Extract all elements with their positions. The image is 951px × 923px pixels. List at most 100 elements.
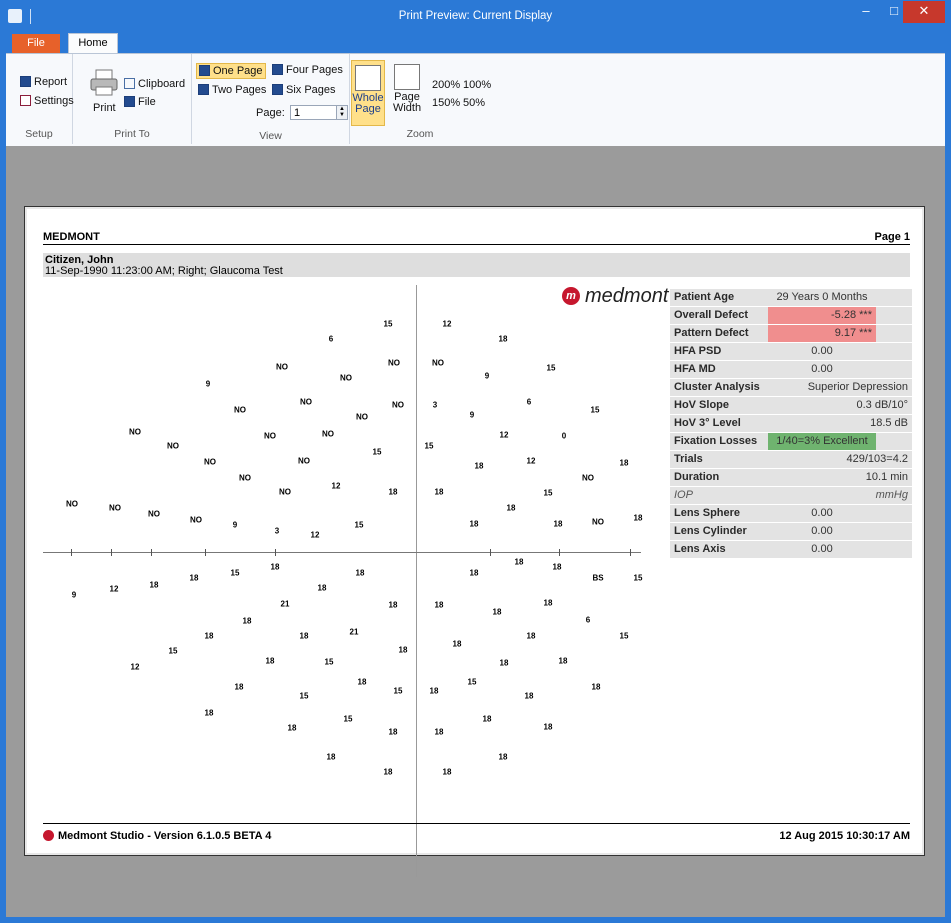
field-point: 18: [383, 767, 393, 777]
field-point: 9: [469, 410, 475, 420]
field-point: 18: [474, 461, 484, 471]
field-point: 18: [506, 503, 516, 513]
field-point: NO: [129, 427, 141, 437]
field-point: 18: [526, 631, 536, 641]
stat-label: Fixation Losses: [674, 435, 758, 447]
settings-button[interactable]: Settings: [20, 95, 74, 107]
field-point: NO: [276, 362, 288, 372]
field-point: 18: [543, 598, 553, 608]
setup-group-label: Setup: [25, 128, 53, 140]
field-point: 15: [354, 520, 364, 530]
field-point: 18: [299, 631, 309, 641]
two-pages-label: Two Pages: [212, 84, 267, 96]
page-number-value: 1: [294, 107, 301, 119]
clipboard-icon: [124, 78, 135, 89]
field-point: NO: [167, 441, 179, 451]
field-point: 18: [498, 334, 508, 344]
field-point: 6: [328, 334, 334, 344]
vertical-axis: [416, 285, 417, 877]
field-point: 15: [393, 686, 403, 696]
minimize-button[interactable]: –: [852, 1, 880, 23]
report-button[interactable]: Report: [20, 76, 67, 88]
file-button[interactable]: File: [124, 96, 156, 108]
one-page-label: One Page: [213, 65, 263, 77]
field-point: 18: [482, 714, 492, 724]
field-point: NO: [190, 515, 202, 525]
one-page-button[interactable]: One Page: [196, 63, 266, 79]
zoom-150-button[interactable]: 150%: [432, 97, 460, 109]
stat-row: Patient Age 29 Years 0 Months: [670, 289, 912, 306]
field-point: 18: [265, 656, 275, 666]
stat-value: 9.17 ***: [834, 327, 872, 339]
stat-label: HoV Slope: [674, 399, 730, 411]
field-point: 15: [230, 568, 240, 578]
field-point: 21: [280, 599, 290, 609]
page-width-button[interactable]: Page Width: [390, 60, 424, 124]
stat-value: 0.00: [811, 543, 833, 555]
page-width-icon: [394, 64, 420, 90]
horizontal-axis: [43, 552, 641, 553]
field-point: NO: [234, 405, 246, 415]
whole-page-label-2: Page: [355, 103, 381, 115]
printer-icon: [89, 68, 119, 98]
field-point: 18: [429, 686, 439, 696]
field-point: NO: [298, 456, 310, 466]
one-page-icon: [199, 65, 210, 76]
field-point: 18: [355, 568, 365, 578]
title-bar: Print Preview: Current Display – □ ✕: [0, 0, 951, 34]
field-point: 18: [326, 752, 336, 762]
field-point: 12: [310, 530, 320, 540]
field-point: 15: [343, 714, 353, 724]
stat-value: 429/103=4.2: [846, 453, 908, 465]
page-spinner-arrows[interactable]: ▲ ▼: [336, 106, 347, 119]
clipboard-button[interactable]: Clipboard: [124, 78, 185, 90]
zoom-50-button[interactable]: 50%: [463, 97, 485, 109]
page-number-input[interactable]: 1 ▲ ▼: [290, 105, 348, 120]
zoom-100-button[interactable]: 100%: [463, 79, 491, 91]
four-pages-label: Four Pages: [286, 64, 343, 76]
field-point: 3: [274, 526, 280, 536]
stat-row: Pattern Defect 9.17 ***: [670, 325, 912, 342]
field-point: 18: [553, 519, 563, 529]
field-point: 18: [558, 656, 568, 666]
four-pages-button[interactable]: Four Pages: [272, 64, 343, 76]
stat-value: 0.00: [811, 525, 833, 537]
print-preview-window: Print Preview: Current Display – □ ✕ Fil…: [0, 0, 951, 923]
footer-timestamp: 12 Aug 2015 10:30:17 AM: [779, 830, 910, 842]
stat-value: 0.00: [811, 507, 833, 519]
stat-label: Overall Defect: [674, 309, 748, 321]
stat-row: Cluster Analysis Superior Depression: [670, 379, 912, 396]
print-to-group: Print Clipboard File Print To: [73, 54, 192, 144]
field-point: NO: [392, 400, 404, 410]
report-page-number: Page 1: [874, 231, 910, 243]
zoom-200-button[interactable]: 200%: [432, 79, 460, 91]
field-point: 18: [591, 682, 601, 692]
settings-icon: [20, 95, 31, 106]
axis-tick: [490, 549, 491, 556]
field-point: 18: [469, 519, 479, 529]
close-button[interactable]: ✕: [903, 1, 945, 23]
stat-label: HFA PSD: [674, 345, 722, 357]
stat-value: 0.00: [811, 363, 833, 375]
stat-row: IOP mmHg: [670, 487, 912, 504]
whole-page-button[interactable]: Whole Page: [351, 60, 385, 126]
four-pages-icon: [272, 64, 283, 75]
field-point: 15: [467, 677, 477, 687]
field-point: 18: [388, 487, 398, 497]
two-pages-button[interactable]: Two Pages: [198, 84, 266, 96]
axis-tick: [275, 549, 276, 556]
tab-home[interactable]: Home: [68, 33, 118, 54]
field-point: 18: [204, 631, 214, 641]
tab-file[interactable]: File: [12, 34, 60, 53]
field-point: 12: [331, 481, 341, 491]
field-point: 18: [234, 682, 244, 692]
field-point: 18: [434, 487, 444, 497]
print-button[interactable]: Print: [93, 102, 116, 114]
stat-value: 29 Years 0 Months: [776, 291, 868, 303]
field-point: 18: [357, 677, 367, 687]
six-pages-button[interactable]: Six Pages: [272, 84, 336, 96]
two-pages-icon: [198, 84, 209, 95]
field-point: NO: [264, 431, 276, 441]
field-point: 15: [168, 646, 178, 656]
field-point: 9: [232, 520, 238, 530]
